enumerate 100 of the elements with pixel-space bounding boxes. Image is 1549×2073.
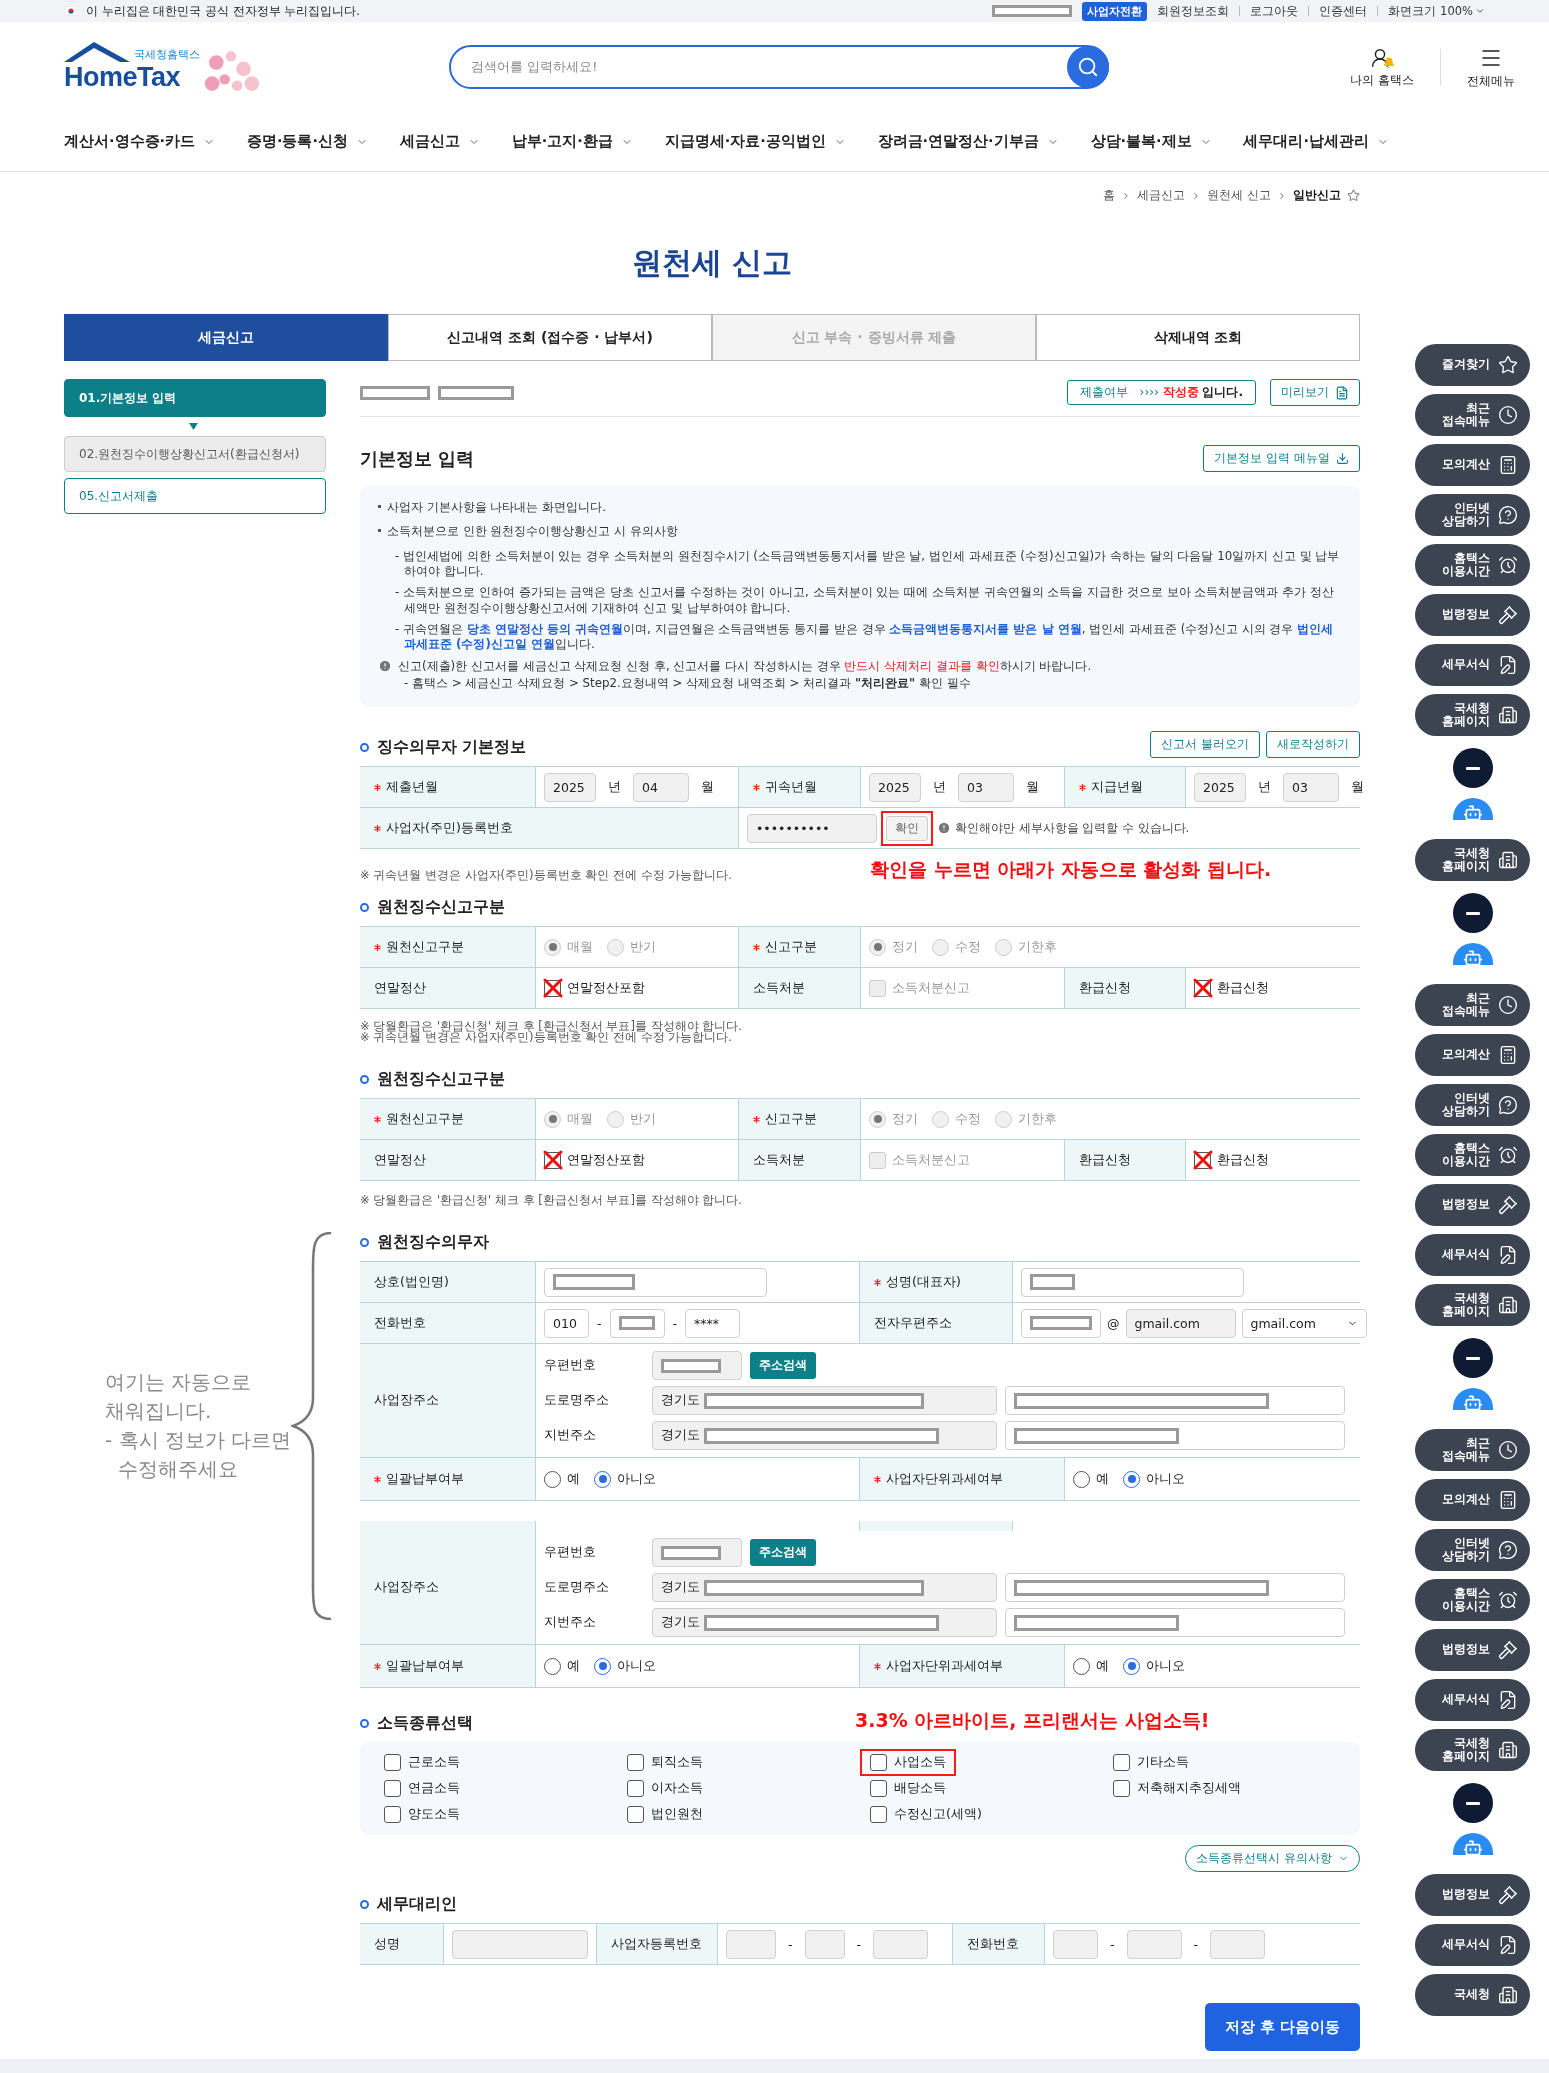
quick-menu-button[interactable]: 국세청 홈페이지 [1415,839,1530,881]
radio-button[interactable] [1123,1470,1140,1488]
breadcrumb-link[interactable]: 일반신고 [1293,188,1341,203]
nav-item[interactable]: 상담·불복·제보 [1090,132,1212,151]
input-field[interactable] [652,1538,742,1568]
business-switch-button[interactable]: 사업자전환 [1082,1,1148,21]
top-link[interactable]: 인증센터 [1319,3,1368,19]
collapse-button[interactable] [1452,748,1493,788]
input-field[interactable] [1005,1573,1345,1603]
chatbot-button[interactable] [1452,943,1493,965]
input-field[interactable]: 010 [544,1308,589,1338]
address-search-button[interactable]: 주소검색 [750,1352,816,1380]
search-button[interactable] [1067,46,1109,88]
quick-menu-button[interactable]: 즐겨찾기 [1415,344,1530,386]
nav-item[interactable]: 증명·등록·신청 [246,132,368,151]
collapse-button[interactable] [1452,893,1493,933]
collapse-button[interactable] [1452,1783,1493,1823]
input-field[interactable]: 경기도 [652,1573,997,1603]
quick-menu-button[interactable]: 모의계산 [1415,1479,1530,1521]
checkbox[interactable] [627,1780,644,1798]
quick-menu-button[interactable]: 국세청 [1415,1974,1530,2016]
registration-field[interactable]: •••••••••• [747,813,877,843]
input-field[interactable] [1005,1608,1345,1638]
quick-menu-button[interactable]: 인터넷 상담하기 [1415,1084,1530,1126]
checkbox[interactable] [870,1806,887,1824]
input-field[interactable]: 경기도 [652,1421,997,1451]
quick-menu-button[interactable]: 홈택스 이용시간 [1415,1134,1530,1176]
notice-toggle-button[interactable]: 소득종류선택시 유의사항 [1185,1845,1360,1873]
my-hometax-button[interactable]: 나의 홈택스 [1350,46,1414,88]
quick-menu-button[interactable]: 세무서식 [1415,644,1530,686]
checkbox[interactable] [870,1780,887,1798]
input-field[interactable] [726,1929,776,1959]
checkbox[interactable] [1194,979,1211,997]
quick-menu-button[interactable]: 세무서식 [1415,1924,1530,1966]
checkbox[interactable] [384,1780,401,1798]
action-button[interactable]: 새로작성하기 [1266,731,1360,759]
nav-item[interactable]: 세금신고 [399,132,480,151]
month-field[interactable]: 03 [1283,772,1339,802]
input-field[interactable] [873,1929,929,1959]
input-field[interactable] [1053,1929,1098,1959]
quick-menu-button[interactable]: 국세청 홈페이지 [1415,1284,1530,1326]
nav-item[interactable]: 계산서·영수증·카드 [64,132,216,151]
checkbox[interactable] [627,1754,644,1772]
quick-menu-button[interactable]: 인터넷 상담하기 [1415,494,1530,536]
checkbox[interactable] [544,1151,561,1169]
input-field[interactable] [1126,1929,1182,1959]
input-field[interactable] [1021,1267,1244,1297]
input-field[interactable] [652,1351,742,1381]
star-icon[interactable] [1347,189,1360,202]
year-field[interactable]: 2025 [544,772,596,802]
quick-menu-button[interactable]: 세무서식 [1415,1679,1530,1721]
quick-menu-button[interactable]: 법령정보 [1415,1874,1530,1916]
input-field[interactable] [1005,1421,1345,1451]
quick-menu-button[interactable]: 국세청 홈페이지 [1415,694,1530,736]
nav-item[interactable]: 세무대리·납세관리 [1243,132,1389,151]
breadcrumb-link[interactable]: 세금신고 [1137,188,1186,203]
quick-menu-button[interactable]: 모의계산 [1415,1034,1530,1076]
quick-menu-button[interactable]: 국세청 홈페이지 [1415,1729,1530,1771]
tab[interactable]: 세금신고 [64,314,388,361]
quick-menu-button[interactable]: 최근 접속메뉴 [1415,394,1530,436]
input-field[interactable]: 경기도 [652,1386,997,1416]
radio-button[interactable] [1073,1470,1090,1488]
radio-button[interactable] [1073,1657,1090,1675]
domain-select[interactable]: gmail.com [1241,1308,1367,1338]
tab[interactable]: 신고내역 조회 (접수증 · 납부서) [388,314,712,361]
breadcrumb-link[interactable]: 원천세 신고 [1207,188,1271,203]
nav-item[interactable]: 장려금·연말정산·기부금 [877,132,1059,151]
step-item[interactable]: 01.기본정보 입력 [64,379,326,417]
chatbot-button[interactable] [1452,1388,1493,1410]
collapse-button[interactable] [1452,1338,1493,1378]
chatbot-button[interactable] [1452,798,1493,820]
quick-menu-button[interactable]: 최근 접속메뉴 [1415,1429,1530,1471]
checkbox[interactable] [627,1806,644,1824]
input-field[interactable] [1005,1386,1345,1416]
checkbox[interactable] [1113,1754,1130,1772]
quick-menu-button[interactable]: 법령정보 [1415,1184,1530,1226]
input-field[interactable] [609,1308,665,1338]
breadcrumb-link[interactable]: 홈 [1103,188,1116,203]
quick-menu-button[interactable]: 법령정보 [1415,594,1530,636]
quick-menu-button[interactable]: 모의계산 [1415,444,1530,486]
input-field[interactable]: **** [685,1308,741,1338]
checkbox[interactable] [384,1806,401,1824]
quick-menu-button[interactable]: 최근 접속메뉴 [1415,984,1530,1026]
top-link[interactable]: 회원정보조회 [1157,3,1230,19]
checkbox[interactable] [1194,1151,1211,1169]
radio-button[interactable] [594,1470,611,1488]
preview-button[interactable]: 미리보기 [1270,379,1360,406]
domain-field[interactable]: gmail.com [1125,1308,1236,1338]
year-field[interactable]: 2025 [1194,772,1246,802]
quick-menu-button[interactable]: 홈택스 이용시간 [1415,1579,1530,1621]
input-field[interactable] [1021,1308,1101,1338]
month-field[interactable]: 04 [633,772,689,802]
checkbox[interactable] [384,1754,401,1772]
quick-menu-button[interactable]: 인터넷 상담하기 [1415,1529,1530,1571]
radio-button[interactable] [1123,1657,1140,1675]
checkbox[interactable] [870,1754,887,1772]
radio-button[interactable] [594,1657,611,1675]
nav-item[interactable]: 납부·고지·환급 [511,132,633,151]
input-field[interactable] [544,1267,767,1297]
save-next-button[interactable]: 저장 후 다음이동 [1205,2003,1360,2052]
